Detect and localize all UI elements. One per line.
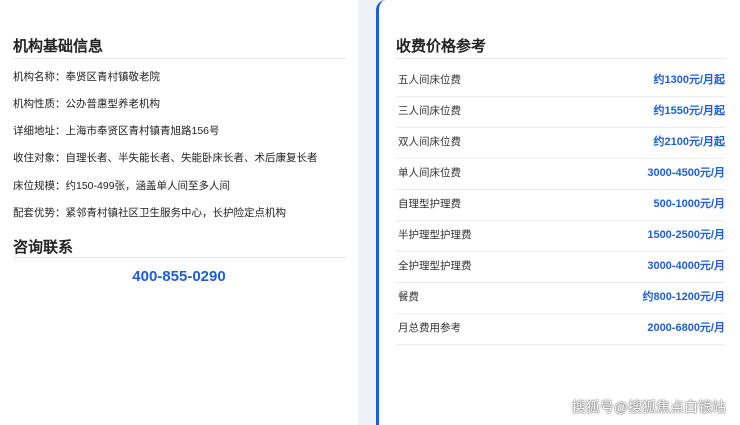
fee-row: 自理型护理费 500-1000元/月 bbox=[396, 189, 725, 221]
fee-price: 2000-6800元/月 bbox=[647, 322, 725, 334]
fee-label: 半护理型护理费 bbox=[398, 229, 472, 241]
fee-price: 约1300元/月起 bbox=[653, 74, 725, 86]
basic-info-panel: 机构基础信息 机构名称：奉贤区青村镇敬老院 机构性质：公办普惠型养老机构 详细地… bbox=[0, 0, 358, 425]
info-residents: 收住对象：自理长者、半失能长者、失能卧床长者、术后康复长者 bbox=[13, 152, 318, 164]
info-name: 机构名称：奉贤区青村镇敬老院 bbox=[13, 71, 160, 83]
fee-label: 全护理型护理费 bbox=[398, 260, 472, 272]
watermark: 搜狐号@搜狐焦点白银站 bbox=[571, 399, 726, 415]
fee-row: 全护理型护理费 3000-4000元/月 bbox=[396, 251, 725, 283]
fees-title: 收费价格参考 bbox=[396, 38, 487, 55]
fee-label: 双人间床位费 bbox=[398, 136, 461, 148]
fee-price: 500-1000元/月 bbox=[653, 198, 725, 210]
divider bbox=[13, 257, 346, 258]
fee-label: 单人间床位费 bbox=[398, 167, 461, 179]
fee-label: 月总费用参考 bbox=[398, 322, 461, 334]
fee-label: 五人间床位费 bbox=[398, 74, 461, 86]
info-beds: 床位规模：约150-499张，涵盖单人间至多人间 bbox=[13, 180, 231, 192]
phone-number[interactable]: 400-855-0290 bbox=[0, 268, 358, 285]
fee-row: 月总费用参考 2000-6800元/月 bbox=[396, 313, 725, 345]
fee-row: 三人间床位费 约1550元/月起 bbox=[396, 96, 725, 128]
fee-price: 约2100元/月起 bbox=[653, 136, 725, 148]
fee-label: 餐费 bbox=[398, 291, 419, 303]
fee-price: 约800-1200元/月 bbox=[642, 291, 725, 303]
divider bbox=[396, 58, 726, 59]
basic-info-title: 机构基础信息 bbox=[13, 38, 104, 55]
info-nature: 机构性质：公办普惠型养老机构 bbox=[13, 98, 160, 110]
info-address: 详细地址：上海市奉贤区青村镇青旭路156号 bbox=[13, 125, 220, 137]
fee-label: 三人间床位费 bbox=[398, 105, 461, 117]
fee-price: 约1550元/月起 bbox=[653, 105, 725, 117]
fee-price: 1500-2500元/月 bbox=[647, 229, 725, 241]
fee-row: 双人间床位费 约2100元/月起 bbox=[396, 127, 725, 159]
divider bbox=[13, 58, 346, 59]
fee-row: 五人间床位费 约1300元/月起 bbox=[396, 65, 725, 97]
fee-row: 餐费 约800-1200元/月 bbox=[396, 282, 725, 314]
fees-panel: 收费价格参考 五人间床位费 约1300元/月起 三人间床位费 约1550元/月起… bbox=[376, 0, 740, 425]
fee-label: 自理型护理费 bbox=[398, 198, 461, 210]
fee-row: 半护理型护理费 1500-2500元/月 bbox=[396, 220, 725, 252]
info-advantages: 配套优势：紧邻青村镇社区卫生服务中心，长护险定点机构 bbox=[13, 207, 286, 219]
fee-price: 3000-4000元/月 bbox=[647, 260, 725, 272]
contact-title: 咨询联系 bbox=[13, 239, 74, 256]
fee-row: 单人间床位费 3000-4500元/月 bbox=[396, 158, 725, 190]
fee-price: 3000-4500元/月 bbox=[647, 167, 725, 179]
